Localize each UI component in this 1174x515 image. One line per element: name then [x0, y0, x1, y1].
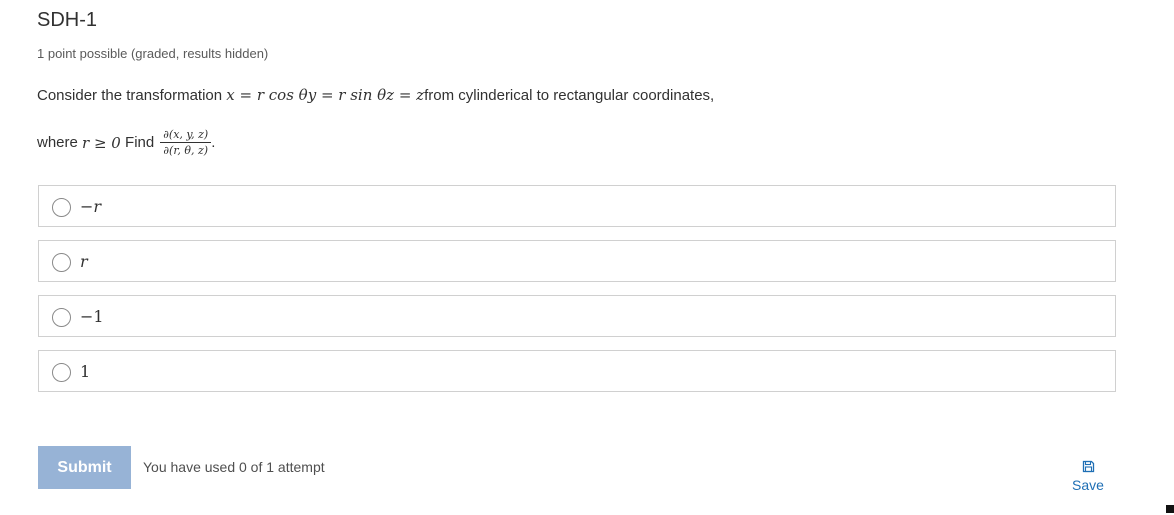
choice-option-3[interactable]: −1 — [38, 295, 1116, 337]
radio-button[interactable] — [52, 308, 71, 327]
choice-option-2[interactable]: r — [38, 240, 1116, 282]
question-text-from: from cylinderical to rectangular coordin… — [424, 87, 715, 104]
radio-button[interactable] — [52, 253, 71, 272]
radio-button[interactable] — [52, 198, 71, 217]
save-button[interactable]: Save — [1068, 460, 1108, 493]
choice-label: −r — [80, 197, 102, 216]
save-label: Save — [1072, 477, 1104, 493]
question-line-1: Consider the transformation x = r cos θy… — [37, 86, 714, 104]
radio-button[interactable] — [52, 363, 71, 382]
problem-title: SDH-1 — [37, 9, 98, 31]
transformation-math: x = r cos θy = r sin θz = z — [226, 86, 425, 104]
choice-option-4[interactable]: 1 — [38, 350, 1116, 392]
choice-label: −1 — [80, 307, 104, 326]
choice-label: 1 — [80, 362, 91, 381]
fraction-numerator: ∂(x, y, z) — [160, 128, 212, 143]
fraction-denominator: ∂(r, θ, z) — [163, 144, 209, 157]
question-line-2: where r ≥ 0 Find ∂(x, y, z) ∂(r, θ, z) . — [37, 128, 215, 157]
question-text-find: Find — [125, 134, 155, 151]
question-period: . — [211, 134, 216, 151]
choice-label: r — [80, 252, 88, 271]
question-text-consider: Consider the transformation — [37, 87, 223, 104]
choice-option-1[interactable]: −r — [38, 185, 1116, 227]
condition-math: r ≥ 0 — [82, 133, 121, 152]
points-info: 1 point possible (graded, results hidden… — [37, 46, 269, 61]
jacobian-fraction: ∂(x, y, z) ∂(r, θ, z) — [160, 128, 212, 157]
attempts-status: You have used 0 of 1 attempt — [143, 459, 325, 475]
save-icon — [1082, 460, 1094, 473]
submit-button[interactable]: Submit — [38, 446, 131, 489]
question-text-where: where — [37, 134, 78, 151]
corner-marker — [1166, 505, 1174, 513]
